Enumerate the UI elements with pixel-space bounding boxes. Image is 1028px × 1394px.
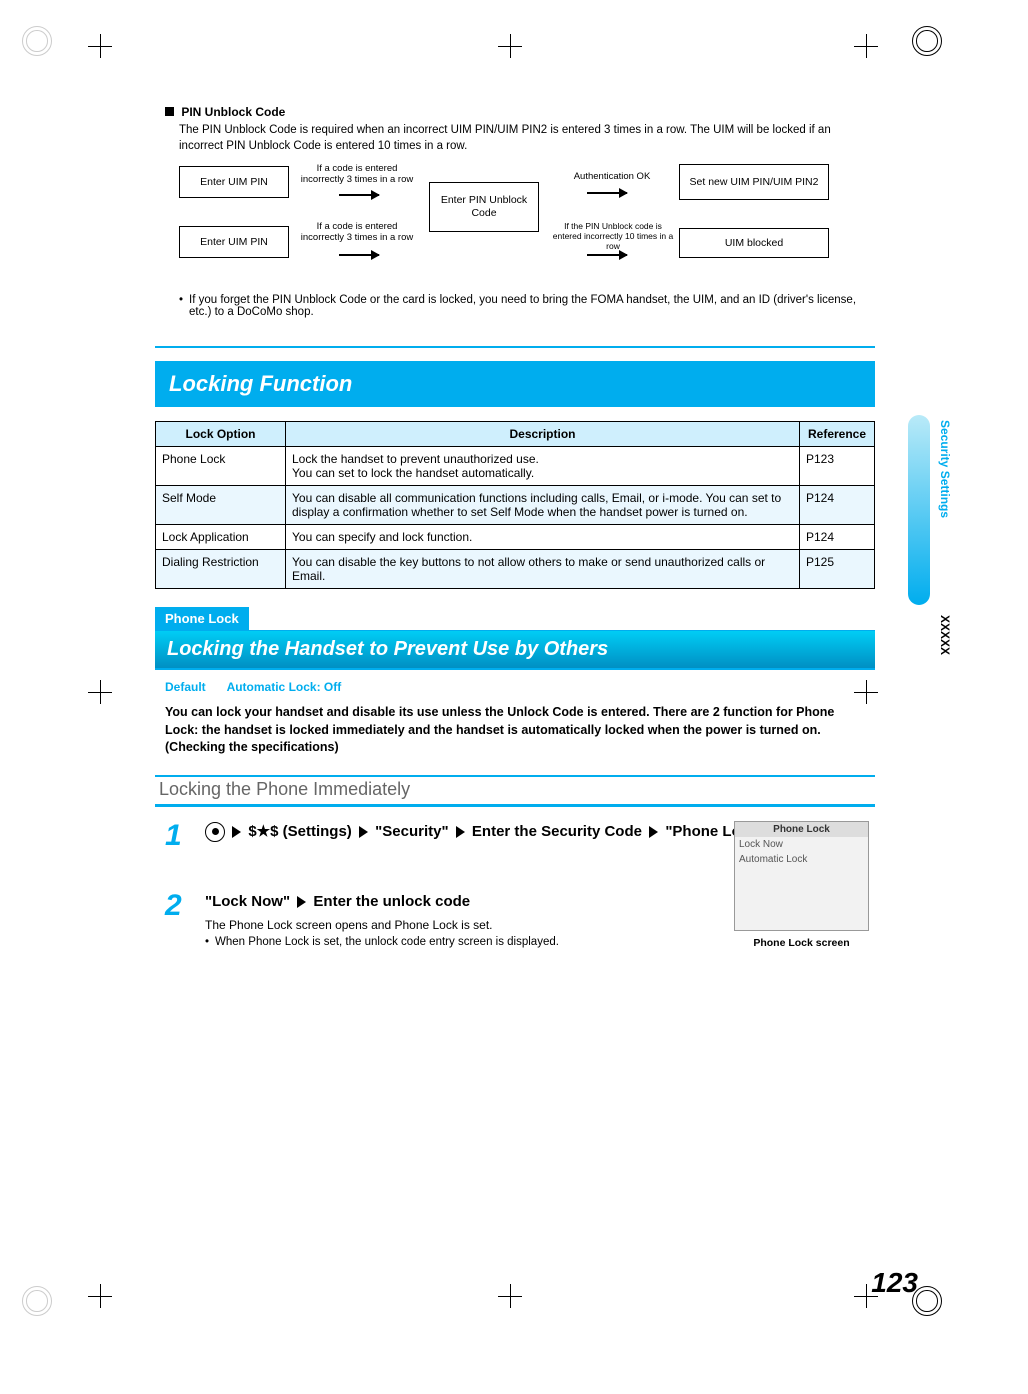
crop-mark-icon: [854, 34, 878, 58]
side-chapter-label: Security Settings: [938, 420, 952, 518]
default-label: Default: [165, 680, 206, 694]
ok-button-icon: [205, 822, 225, 842]
pin-unblock-heading: PIN Unblock Code: [165, 105, 875, 119]
cell-ref: P124: [800, 486, 875, 525]
lock-options-table: Lock Option Description Reference Phone …: [155, 421, 875, 589]
bullet-dot-icon: •: [205, 936, 209, 948]
page-number: 123: [871, 1267, 918, 1299]
step-number: 1: [165, 821, 205, 851]
cell-ref: P124: [800, 525, 875, 550]
box-set-new-pin: Set new UIM PIN/UIM PIN2: [679, 164, 829, 200]
phone-titlebar: Phone Lock: [735, 822, 868, 837]
chevron-right-icon: [232, 826, 241, 838]
crop-mark-icon: [88, 1284, 112, 1308]
arrow-right-icon: [587, 192, 627, 194]
cell-ref: P125: [800, 550, 875, 589]
step-2-bullet-text: When Phone Lock is set, the unlock code …: [215, 936, 559, 948]
pin-unblock-description: The PIN Unblock Code is required when an…: [179, 123, 875, 154]
table-row: Lock Application You can specify and loc…: [156, 525, 875, 550]
th-description: Description: [286, 422, 800, 447]
label-auth-ok: Authentication OK: [557, 172, 667, 183]
arrow-right-icon: [339, 194, 379, 196]
side-tab: [908, 415, 930, 605]
th-reference: Reference: [800, 422, 875, 447]
arrow-right-icon: [587, 254, 627, 256]
th-lock-option: Lock Option: [156, 422, 286, 447]
chevron-right-icon: [297, 896, 306, 908]
cell-desc: You can disable all communication functi…: [286, 486, 800, 525]
box-enter-uim-pin: Enter UIM PIN: [179, 166, 289, 198]
step1-seg2: "Security": [375, 823, 448, 840]
step-2-bullet: • When Phone Lock is set, the unlock cod…: [205, 936, 875, 948]
step-number: 2: [165, 891, 205, 949]
cell-ref: P123: [800, 447, 875, 486]
crop-mark-icon: [498, 1284, 522, 1308]
cell-opt: Dialing Restriction: [156, 550, 286, 589]
box-enter-unblock: Enter PIN Unblock Code: [429, 182, 539, 232]
step-2: 2 "Lock Now" Enter the unlock code The P…: [165, 891, 875, 949]
default-value: Automatic Lock: Off: [227, 680, 342, 694]
subheading-lock-immediately: Locking the Phone Immediately: [155, 775, 875, 807]
table-row: Phone Lock Lock the handset to prevent u…: [156, 447, 875, 486]
step-2-instruction: "Lock Now" Enter the unlock code: [205, 891, 875, 913]
cell-opt: Phone Lock: [156, 447, 286, 486]
chevron-right-icon: [649, 826, 658, 838]
phone-lock-label: Phone Lock: [155, 607, 249, 630]
label-wrong3-a: If a code is entered incorrectly 3 times…: [297, 164, 417, 186]
step-1: 1 $★$ (Settings) "Security" Enter the Se…: [165, 821, 875, 851]
step2-seg1: "Lock Now": [205, 893, 290, 910]
pin-forget-note: • If you forget the PIN Unblock Code or …: [179, 294, 875, 318]
pin-diagram: Enter UIM PIN Enter UIM PIN If a code is…: [179, 164, 875, 284]
crop-mark-icon: [88, 34, 112, 58]
step1-seg1: $★$ (Settings): [248, 823, 351, 840]
section-divider: [155, 346, 875, 351]
crop-mark-icon: [498, 34, 522, 58]
label-wrong10: If the PIN Unblock code is entered incor…: [549, 222, 677, 251]
reg-mark-icon: [912, 26, 942, 56]
chevron-right-icon: [359, 826, 368, 838]
label-wrong3-b: If a code is entered incorrectly 3 times…: [297, 222, 417, 244]
section-title-locking: Locking Function: [155, 361, 875, 407]
phone-lock-title: Locking the Handset to Prevent Use by Ot…: [155, 630, 875, 670]
box-uim-blocked: UIM blocked: [679, 228, 829, 258]
cell-desc: You can disable the key buttons to not a…: [286, 550, 800, 589]
cell-desc: You can specify and lock function.: [286, 525, 800, 550]
step2-seg2: Enter the unlock code: [313, 893, 470, 910]
step-2-note: The Phone Lock screen opens and Phone Lo…: [205, 918, 875, 932]
step1-seg3: Enter the Security Code: [472, 823, 642, 840]
phone-row-automatic-lock: Automatic Lock: [735, 852, 868, 867]
chevron-right-icon: [456, 826, 465, 838]
phone-lock-intro: You can lock your handset and disable it…: [165, 704, 865, 757]
box-enter-uim-pin-2: Enter UIM PIN: [179, 226, 289, 258]
cell-opt: Lock Application: [156, 525, 286, 550]
arrow-right-icon: [339, 254, 379, 256]
crop-mark-icon: [88, 680, 112, 704]
reg-mark-icon: [22, 1286, 52, 1316]
pin-heading-text: PIN Unblock Code: [181, 105, 285, 119]
phone-row-lock-now: Lock Now: [735, 837, 868, 852]
side-marker: XXXXX: [938, 615, 952, 655]
square-bullet-icon: [165, 107, 174, 116]
cell-desc: Lock the handset to prevent unauthorized…: [286, 447, 800, 486]
reg-mark-icon: [22, 26, 52, 56]
table-row: Self Mode You can disable all communicat…: [156, 486, 875, 525]
pin-forget-text: If you forget the PIN Unblock Code or th…: [189, 294, 875, 318]
bullet-dot-icon: •: [179, 294, 183, 318]
table-row: Dialing Restriction You can disable the …: [156, 550, 875, 589]
default-row: Default Automatic Lock: Off: [165, 680, 875, 694]
cell-opt: Self Mode: [156, 486, 286, 525]
